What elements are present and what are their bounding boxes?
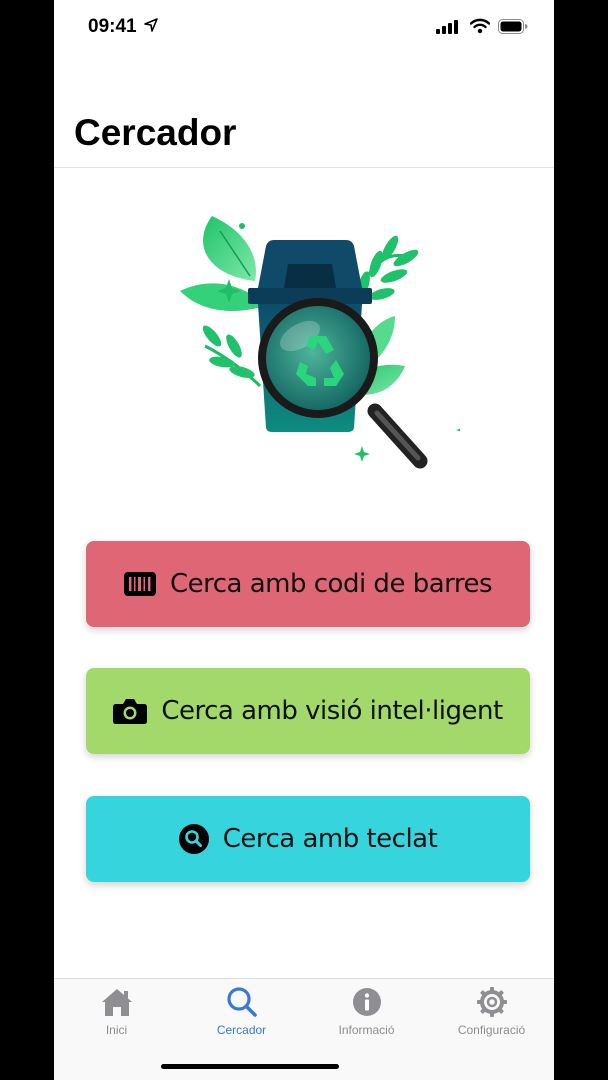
location-arrow-icon [144,18,158,32]
recycling-bin-illustration [180,216,460,469]
tab-cercador[interactable]: Cercador [179,985,304,1037]
barcode-search-button[interactable]: Cerca amb codi de barres [86,541,530,627]
info-icon [352,988,381,1016]
barcode-icon [123,572,156,596]
search-icon [178,824,209,854]
camera-icon [113,699,148,724]
page-title: Cercador [74,112,237,153]
search-icon [226,987,257,1017]
cellular-signal-icon [436,20,458,34]
home-indicator [161,1064,339,1069]
tab-cercador-label: Cercador [216,1023,267,1037]
battery-icon [498,19,528,34]
keyboard-search-button[interactable]: Cerca amb teclat [86,796,530,882]
camera-search-button[interactable]: Cerca amb visió intel·ligent [86,668,530,754]
camera-search-label: Cerca amb visió intel·ligent [161,696,503,726]
app-screen: 09:41 Cercador Cerca amb codi de barres … [54,0,554,1080]
tab-inici-label: Inici [105,1023,128,1037]
tab-inici[interactable]: Inici [54,985,179,1037]
status-time: 09:41 [88,16,137,37]
tab-informacio-label: Informació [338,1023,395,1037]
home-icon [101,989,132,1016]
tab-configuracio-label: Configuració [457,1023,526,1037]
tab-configuracio[interactable]: Configuració [429,985,554,1037]
tab-informacio[interactable]: Informació [304,985,429,1037]
wifi-icon [470,18,490,34]
gear-icon [476,987,507,1017]
barcode-search-label: Cerca amb codi de barres [169,569,493,599]
status-bar: 09:41 [54,0,554,54]
header-divider [54,167,554,168]
keyboard-search-label: Cerca amb teclat [222,824,438,854]
